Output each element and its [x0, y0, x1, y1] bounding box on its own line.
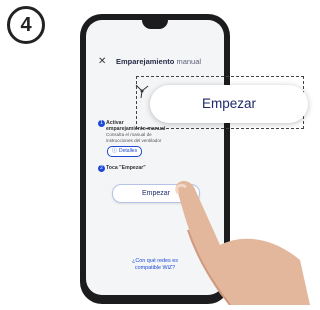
step-number-badge: 4 — [7, 6, 45, 44]
hand-finger-icon — [160, 175, 310, 306]
screen-title: Emparejamiento manual — [116, 54, 201, 70]
step1-note2: instrucciones del ventilador — [106, 137, 162, 143]
camera-notch — [142, 20, 168, 29]
step1-index: 1 — [98, 120, 105, 127]
info-icon: ⓘ — [112, 148, 118, 154]
step2-index: 2 — [98, 165, 105, 172]
title-light: manual — [176, 57, 202, 66]
details-button[interactable]: ⓘ Detalles — [107, 146, 143, 157]
screen-header: ✕ Emparejamiento manual — [86, 54, 224, 70]
zoomed-start-button[interactable]: Empezar — [150, 85, 308, 123]
step2-text: Toca "Empezar" — [106, 165, 146, 171]
close-icon[interactable]: ✕ — [98, 54, 106, 70]
title-bold: Emparejamiento — [116, 57, 175, 66]
details-label: Detalles — [119, 148, 138, 154]
